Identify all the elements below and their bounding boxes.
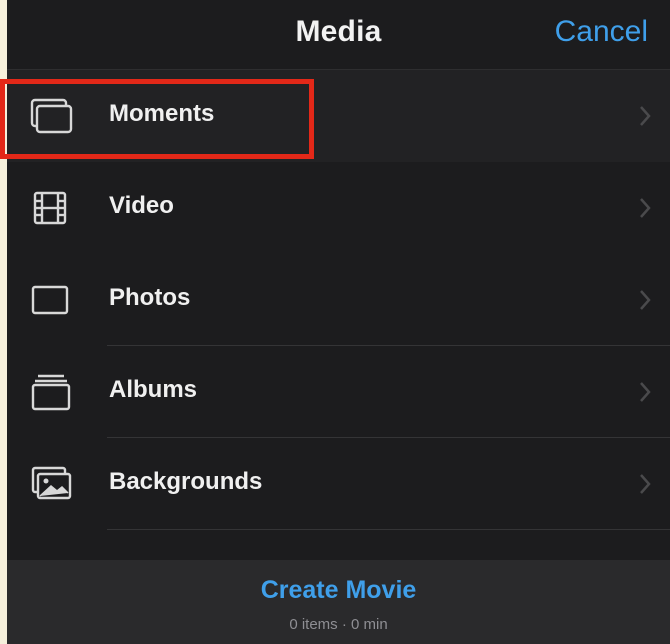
film-icon — [29, 188, 73, 228]
photo-frame-icon — [29, 280, 73, 320]
list-item-backgrounds[interactable]: Backgrounds — [7, 438, 670, 530]
chevron-right-icon — [640, 106, 651, 126]
list-item-albums[interactable]: Albums — [7, 346, 670, 438]
list-item-label: Backgrounds — [109, 468, 263, 495]
cancel-button[interactable]: Cancel — [555, 15, 648, 49]
chevron-right-icon — [640, 198, 651, 218]
divider — [107, 529, 670, 530]
list-item-label: Photos — [109, 284, 191, 311]
backgrounds-icon — [29, 464, 73, 504]
chevron-right-icon — [640, 290, 651, 310]
list-item-video[interactable]: Video — [7, 162, 670, 254]
footer-bar: Create Movie 0 items · 0 min — [7, 560, 670, 644]
list-item-photos[interactable]: Photos — [7, 254, 670, 346]
albums-icon — [29, 372, 73, 412]
moments-icon — [29, 96, 73, 136]
list-item-label: Albums — [109, 376, 198, 403]
navigation-bar: Media Cancel — [7, 0, 670, 70]
chevron-right-icon — [640, 474, 651, 494]
media-list: Moments Video Photos Albums Backgrounds — [7, 70, 670, 530]
list-item-label: Video — [109, 192, 174, 219]
media-screen: Media Cancel Moments Video Photos Albums… — [7, 0, 670, 644]
project-summary: 0 items · 0 min — [289, 616, 388, 633]
create-movie-button[interactable]: Create Movie — [7, 576, 670, 605]
list-item-label: Moments — [109, 100, 215, 127]
chevron-right-icon — [640, 382, 651, 402]
list-item-moments[interactable]: Moments — [7, 70, 670, 162]
